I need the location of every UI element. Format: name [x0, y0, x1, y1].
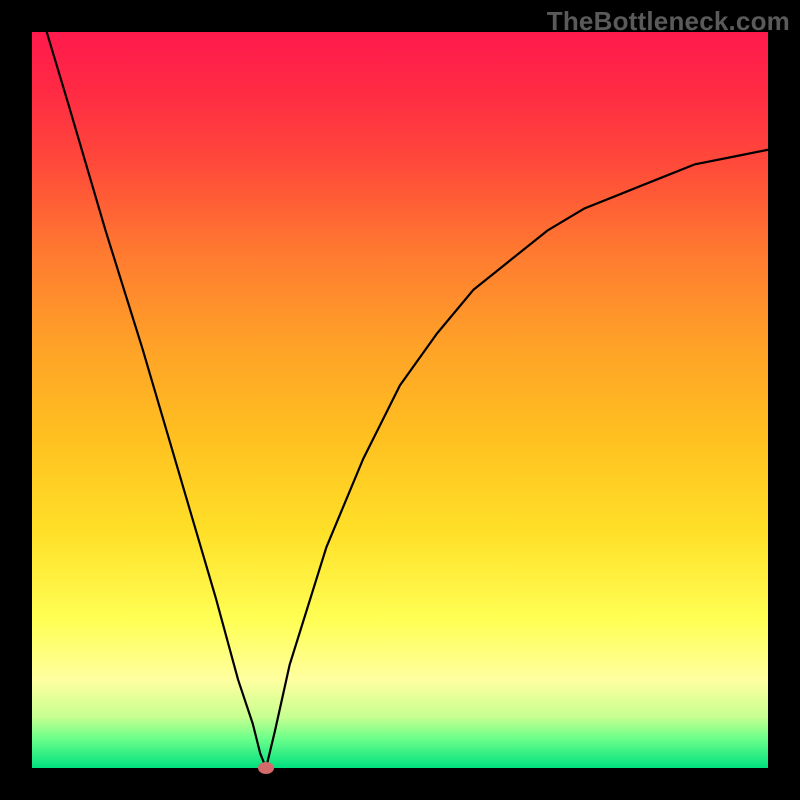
watermark-text: TheBottleneck.com [547, 6, 790, 37]
curve-layer [32, 32, 768, 768]
plot-area [32, 32, 768, 768]
optimum-marker [258, 762, 274, 774]
bottleneck-curve [47, 32, 768, 768]
chart-frame: TheBottleneck.com [0, 0, 800, 800]
